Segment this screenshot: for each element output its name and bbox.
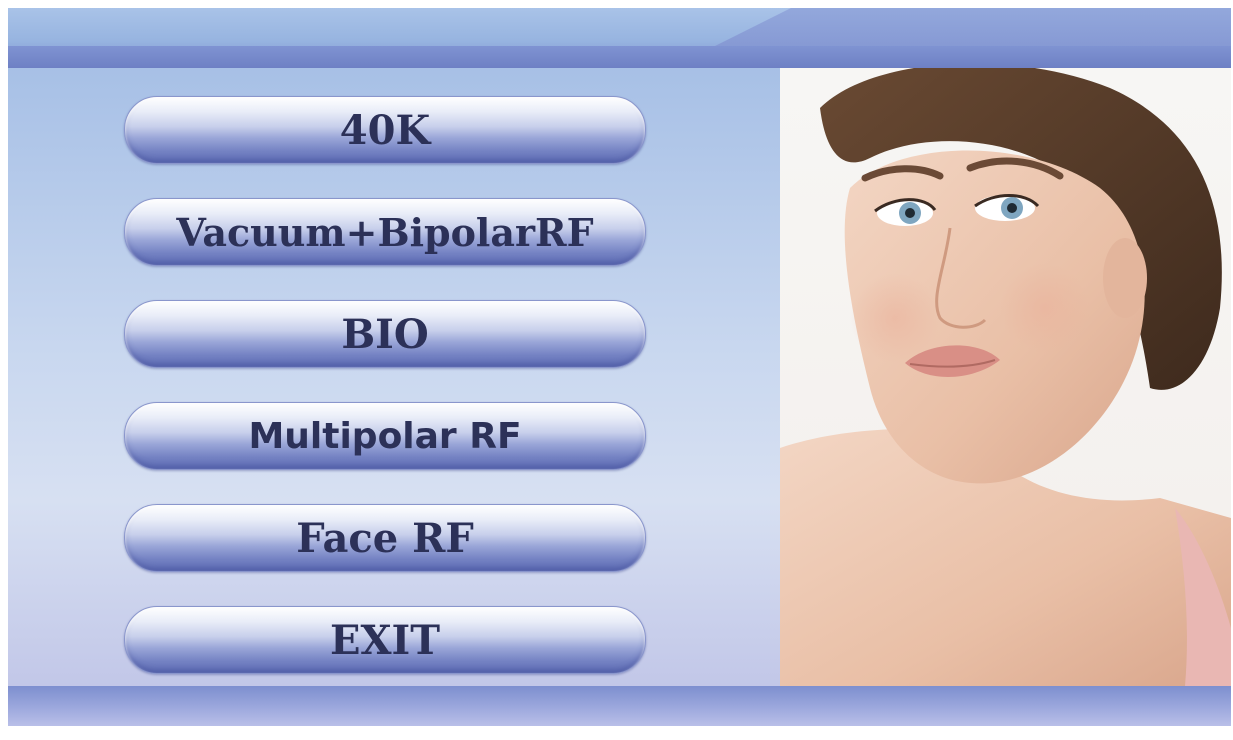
face-rf-button-label: Face RF bbox=[296, 514, 474, 562]
vacuum-bipolar-rf-button-label: Vacuum+BipolarRF bbox=[176, 209, 594, 255]
banner-band bbox=[8, 46, 1231, 68]
bio-button-label: BIO bbox=[341, 310, 429, 358]
multipolar-rf-button[interactable]: Multipolar RF bbox=[124, 402, 646, 470]
multipolar-rf-button-label: Multipolar RF bbox=[248, 415, 522, 457]
top-banner bbox=[8, 8, 1231, 68]
40k-button[interactable]: 40K bbox=[124, 96, 646, 164]
app-screen: 40K Vacuum+BipolarRF BIO Multipolar RF F… bbox=[8, 8, 1231, 726]
face-rf-button[interactable]: Face RF bbox=[124, 504, 646, 572]
bio-button[interactable]: BIO bbox=[124, 300, 646, 368]
portrait-photo bbox=[780, 68, 1231, 686]
exit-button[interactable]: EXIT bbox=[124, 606, 646, 674]
40k-button-label: 40K bbox=[339, 106, 431, 154]
menu-panel: 40K Vacuum+BipolarRF BIO Multipolar RF F… bbox=[8, 68, 780, 686]
exit-button-label: EXIT bbox=[330, 616, 440, 664]
portrait-illustration bbox=[780, 68, 1231, 686]
bottom-banner bbox=[8, 686, 1231, 726]
vacuum-bipolar-rf-button[interactable]: Vacuum+BipolarRF bbox=[124, 198, 646, 266]
